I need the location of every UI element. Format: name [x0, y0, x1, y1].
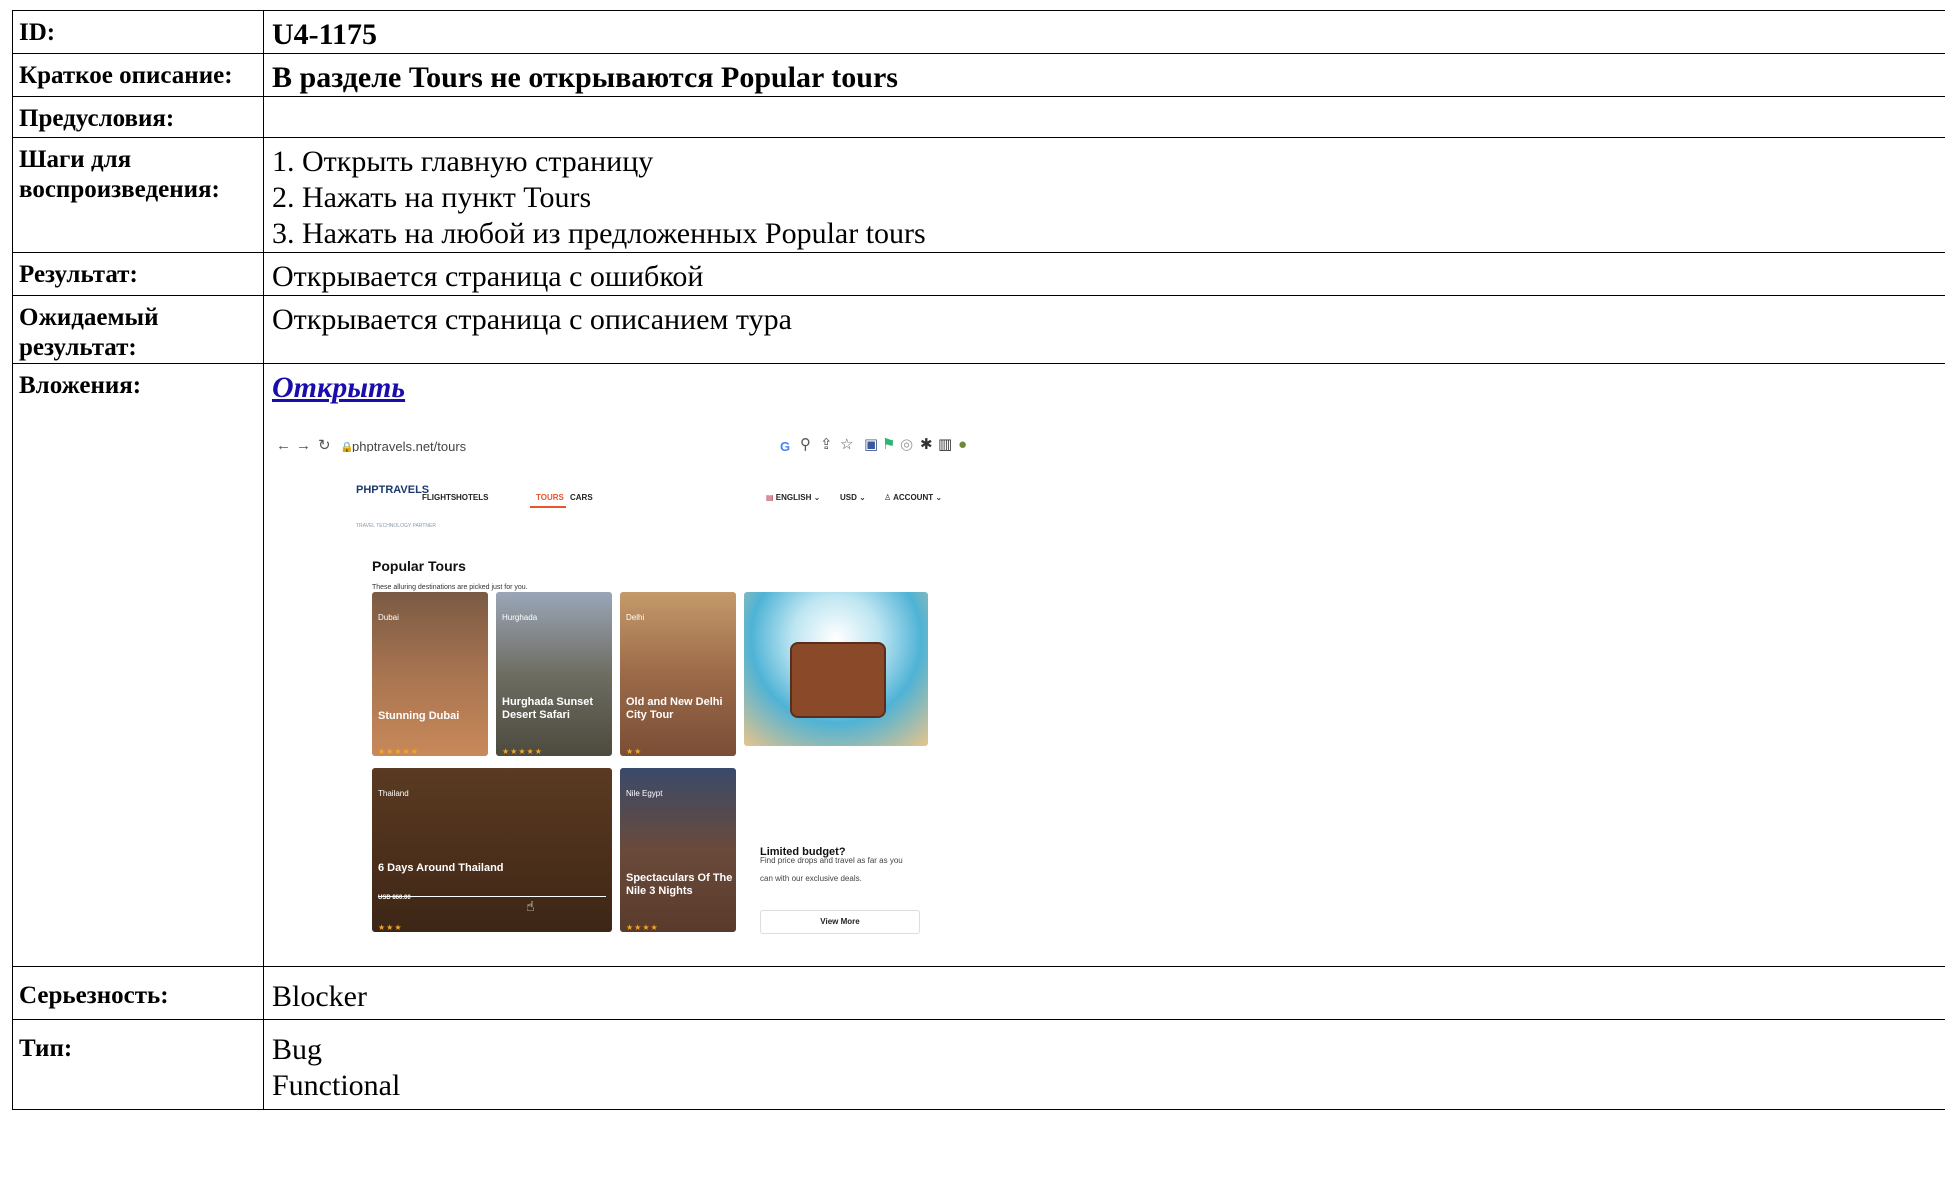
tour-card-delhi[interactable]: Delhi Old and New Delhi City Tour ★★ — [620, 592, 736, 756]
attachments-value: Открыть ← → ↻ 🔒 phptravels.net/tours G ⚲… — [263, 363, 1945, 967]
website-page: PHPTRAVELS TRAVEL TECHNOLOGY PARTNER FLI… — [272, 452, 1026, 966]
logo-text: PHPTRAVELS — [356, 484, 430, 496]
view-more-button[interactable]: View More — [760, 910, 920, 934]
summary-label: Краткое описание: — [12, 53, 264, 97]
severity-label: Серьезность: — [12, 966, 264, 1020]
flag-icon: ▤ — [766, 493, 774, 502]
card-title: Old and New Delhi City Tour — [626, 696, 723, 721]
type-item-bug: Bug — [272, 1033, 323, 1066]
card-title: Stunning Dubai — [378, 710, 460, 722]
card-location: Thailand — [378, 789, 409, 798]
row-attachments: Вложения: Открыть ← → ↻ 🔒 phptravels.net… — [12, 363, 1945, 967]
summary-value: В разделе Tours не открываются Popular t… — [263, 53, 1945, 97]
account-menu[interactable]: ♙ ACCOUNT ⌄ — [884, 480, 942, 516]
type-item-functional: Functional — [272, 1069, 401, 1102]
tour-card-nile-egypt[interactable]: Nile Egypt Spectaculars Of The Nile 3 Ni… — [620, 768, 736, 932]
steps-label: Шаги для воспроизведения: — [12, 137, 264, 253]
active-tab-indicator — [530, 506, 566, 508]
row-severity: Серьезность: Blocker — [12, 966, 1945, 1020]
nav-cars[interactable]: CARS — [570, 480, 593, 516]
step-1: 1. Открыть главную страницу — [272, 145, 654, 178]
account-label: ACCOUNT — [893, 493, 934, 502]
bug-report-table: ID: U4-1175 Краткое описание: В разделе … — [12, 10, 1945, 1110]
nav-hotels[interactable]: HOTELS — [456, 480, 488, 516]
suitcase-illustration — [790, 642, 886, 718]
card-location: Nile Egypt — [626, 789, 663, 798]
card-title: Hurghada Sunset Desert Safari — [502, 696, 594, 721]
card-rating-stars: ★★★★ — [626, 923, 659, 932]
currency-label: USD — [840, 493, 857, 502]
tour-card-thailand[interactable]: Thailand 6 Days Around Thailand USD 860.… — [372, 768, 612, 932]
result-label: Результат: — [12, 252, 264, 296]
card-divider — [378, 896, 606, 897]
language-label: ENGLISH — [775, 493, 812, 502]
card-location: Hurghada — [502, 613, 538, 622]
expected-value: Открывается страница с описанием тура — [263, 295, 1945, 364]
nav-flights[interactable]: FLIGHTS — [422, 480, 456, 516]
currency-selector[interactable]: USD ⌄ — [840, 480, 866, 516]
attachments-label: Вложения: — [12, 363, 264, 967]
preconditions-value — [263, 96, 1945, 138]
row-result: Результат: Открывается страница с ошибко… — [12, 252, 1945, 296]
preconditions-label: Предусловия: — [12, 96, 264, 138]
language-selector[interactable]: ▤ ENGLISH ⌄ — [766, 480, 820, 516]
card-location: Dubai — [378, 613, 399, 622]
attachment-screenshot[interactable]: ← → ↻ 🔒 phptravels.net/tours G ⚲ ⇪ ☆ ▣ ⚑… — [272, 422, 1026, 966]
steps-value: 1. Открыть главную страницу 2. Нажать на… — [263, 137, 1945, 253]
row-id: ID: U4-1175 — [12, 10, 1945, 54]
row-type: Тип: Bug Functional — [12, 1019, 1945, 1110]
row-steps: Шаги для воспроизведения: 1. Открыть гла… — [12, 137, 1945, 253]
hand-cursor-icon: ☝ — [526, 898, 535, 914]
card-title: 6 Days Around Thailand — [378, 862, 504, 874]
type-value: Bug Functional — [263, 1019, 1945, 1110]
type-label: Тип: — [12, 1019, 264, 1110]
id-label: ID: — [12, 10, 264, 54]
row-preconditions: Предусловия: — [12, 96, 1945, 138]
row-expected: Ожидаемый результат: Открывается страниц… — [12, 295, 1945, 364]
row-summary: Краткое описание: В разделе Tours не отк… — [12, 53, 1945, 97]
expected-label: Ожидаемый результат: — [12, 295, 264, 364]
limited-budget-text: Find price drops and travel as far as yo… — [760, 856, 903, 883]
card-rating-stars: ★★★★★ — [378, 747, 419, 756]
tour-card-hurghada[interactable]: Hurghada Hurghada Sunset Desert Safari ★… — [496, 592, 612, 756]
travel-suitcase-banner — [744, 592, 928, 746]
card-location: Delhi — [626, 613, 645, 622]
severity-value: Blocker — [263, 966, 1945, 1020]
card-rating-stars: ★★ — [626, 747, 643, 756]
step-3: 3. Нажать на любой из предложенных Popul… — [272, 217, 926, 250]
card-rating-stars: ★★★ — [378, 923, 403, 932]
open-attachment-link[interactable]: Открыть — [272, 371, 405, 404]
result-value: Открывается страница с ошибкой — [263, 252, 1945, 296]
browser-toolbar: ← → ↻ 🔒 phptravels.net/tours G ⚲ ⇪ ☆ ▣ ⚑… — [272, 422, 1026, 454]
card-title: Spectaculars Of The Nile 3 Nights — [626, 872, 733, 897]
user-icon: ♙ — [884, 493, 892, 502]
card-rating-stars: ★★★★★ — [502, 747, 543, 756]
nav-tours[interactable]: TOURS — [536, 480, 564, 516]
step-2: 2. Нажать на пункт Tours — [272, 181, 592, 214]
id-value: U4-1175 — [263, 10, 1945, 54]
tour-card-dubai[interactable]: Dubai Stunning Dubai ★★★★★ — [372, 592, 488, 756]
